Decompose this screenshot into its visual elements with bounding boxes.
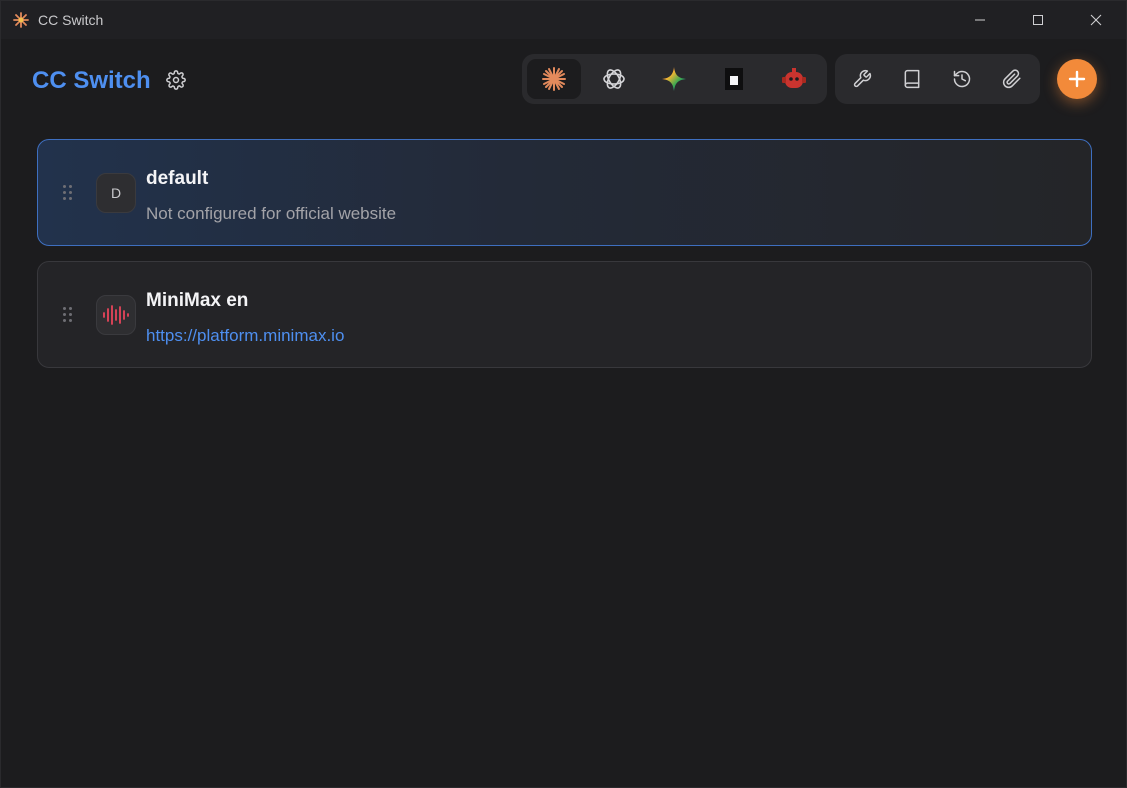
app-tab-robot[interactable] <box>767 59 821 99</box>
provider-card-minimax[interactable]: MiniMax en https://platform.minimax.io <box>37 261 1092 368</box>
paperclip-icon <box>1002 69 1021 89</box>
app-tab-codex[interactable] <box>587 59 641 99</box>
provider-avatar: D <box>96 173 136 213</box>
settings-button[interactable] <box>163 67 189 93</box>
app-tab-terminal[interactable] <box>707 59 761 99</box>
app-window: CC Switch CC Switch D default Not config… <box>0 0 1127 788</box>
book-icon <box>904 69 920 89</box>
tools-button[interactable] <box>835 59 889 99</box>
openai-knot-icon <box>603 69 625 89</box>
provider-avatar <box>96 295 136 335</box>
drag-handle-icon[interactable] <box>63 185 73 201</box>
provider-url-link[interactable]: https://platform.minimax.io <box>146 326 344 346</box>
close-icon <box>1090 14 1102 26</box>
attachments-button[interactable] <box>985 59 1039 99</box>
claude-sparkle-icon <box>542 67 566 91</box>
robot-head-icon <box>782 68 806 88</box>
gear-icon <box>166 70 186 90</box>
wrench-icon <box>853 69 872 88</box>
minimax-waveform-icon <box>103 305 129 325</box>
provider-card-default[interactable]: D default Not configured for official we… <box>37 139 1092 246</box>
maximize-button[interactable] <box>1009 1 1067 39</box>
close-button[interactable] <box>1067 1 1125 39</box>
docs-button[interactable] <box>885 59 939 99</box>
add-provider-button[interactable] <box>1057 59 1097 99</box>
provider-subtitle: Not configured for official website <box>146 204 397 223</box>
terminal-square-icon <box>725 68 743 90</box>
tools-toolbar <box>835 54 1040 104</box>
minimize-button[interactable] <box>951 1 1009 39</box>
drag-handle-icon[interactable] <box>63 307 73 323</box>
app-switcher <box>522 54 827 104</box>
history-icon <box>953 70 971 88</box>
provider-name: default <box>146 168 209 189</box>
title-bar: CC Switch <box>1 1 1126 39</box>
app-tab-gemini[interactable] <box>647 59 701 99</box>
brand-title[interactable]: CC Switch <box>32 67 151 95</box>
plus-icon <box>1068 70 1086 88</box>
minimize-icon <box>975 19 985 21</box>
provider-name: MiniMax en <box>146 290 249 311</box>
gemini-star-icon <box>662 67 686 91</box>
window-title: CC Switch <box>38 12 104 28</box>
app-logo-icon <box>13 12 29 28</box>
maximize-icon <box>1033 15 1043 25</box>
history-button[interactable] <box>935 59 989 99</box>
app-tab-claude[interactable] <box>527 59 581 99</box>
